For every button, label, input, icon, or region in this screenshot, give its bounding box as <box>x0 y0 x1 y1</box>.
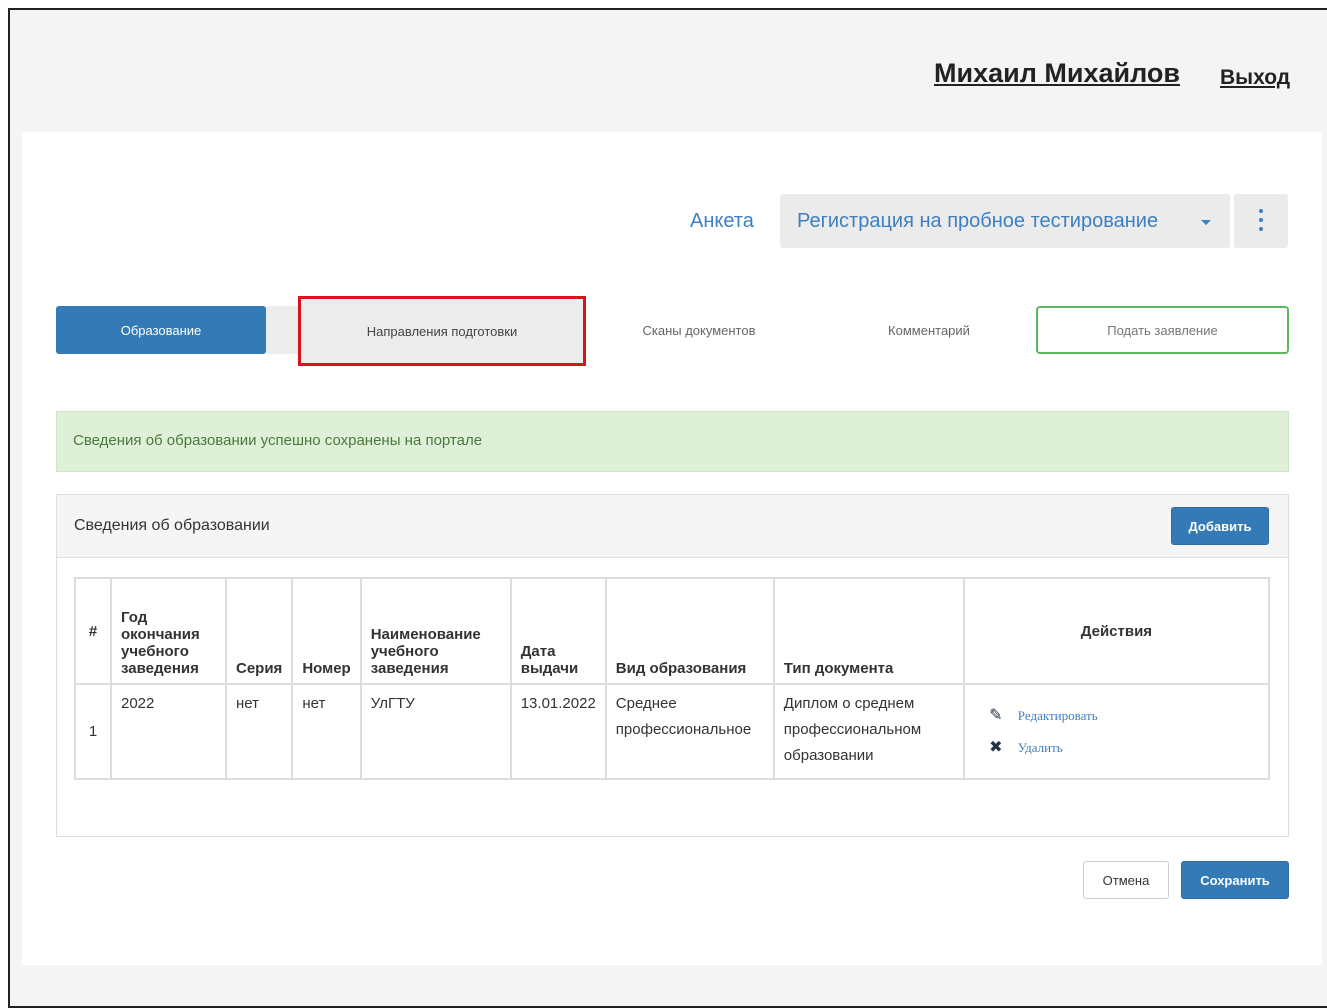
column-header: Тип документа <box>772 577 965 685</box>
cell-edu-type: Среднее профессиональное <box>604 683 775 780</box>
cell-number: нет <box>291 683 362 780</box>
education-panel-header: Сведения об образовании Добавить <box>57 495 1288 558</box>
tab-directions[interactable]: Направления подготовки <box>298 296 586 366</box>
add-button[interactable]: Добавить <box>1171 507 1269 545</box>
more-menu-button[interactable] <box>1234 194 1288 248</box>
tab-education[interactable]: Образование <box>56 306 266 354</box>
tab-separator <box>266 306 298 354</box>
column-header: Действия <box>962 577 1271 685</box>
vertical-dots-icon <box>1259 209 1263 231</box>
pencil-icon: ✎ <box>989 706 1003 724</box>
cell-series: нет <box>224 683 294 780</box>
save-button[interactable]: Сохранить <box>1181 861 1289 899</box>
campaign-dropdown[interactable]: Регистрация на пробное тестирование <box>780 194 1230 248</box>
edit-action[interactable]: ✎ Редактировать <box>988 703 1259 729</box>
main-panel: Анкета Регистрация на пробное тестирован… <box>22 132 1322 965</box>
anketa-link[interactable]: Анкета <box>690 210 754 233</box>
cell-doc-type: Диплом о среднем профессиональном образо… <box>772 683 965 780</box>
edit-link[interactable]: Редактировать <box>1018 703 1098 729</box>
user-name-link[interactable]: Михаил Михайлов <box>934 58 1180 89</box>
table-header-row: # Год окончания учебного заведения Серия… <box>74 577 1271 685</box>
success-alert: Сведения об образовании успешно сохранен… <box>56 411 1289 472</box>
cell-institution: УлГТУ <box>359 683 512 780</box>
delete-action[interactable]: ✖ Удалить <box>988 735 1259 761</box>
alert-text: Сведения об образовании успешно сохранен… <box>73 432 483 449</box>
campaign-dropdown-label: Регистрация на пробное тестирование <box>797 210 1159 232</box>
column-header: Вид образования <box>604 577 775 685</box>
app-frame: Михаил Михайлов Выход Анкета Регистрация… <box>8 8 1327 1008</box>
cell-actions: ✎ Редактировать ✖ Удалить <box>962 683 1271 780</box>
cell-year: 2022 <box>110 683 227 780</box>
tab-scans[interactable]: Сканы документов <box>604 306 794 354</box>
delete-link[interactable]: Удалить <box>1018 735 1063 761</box>
column-header: Дата выдачи <box>509 577 607 685</box>
column-header: Год окончания учебного заведения <box>110 577 227 685</box>
logout-link[interactable]: Выход <box>1220 66 1290 90</box>
education-panel-title: Сведения об образовании <box>74 517 270 534</box>
tab-comment[interactable]: Комментарий <box>844 306 1014 354</box>
submit-application-button[interactable]: Подать заявление <box>1036 306 1289 354</box>
column-header: # <box>74 577 112 685</box>
column-header: Наименование учебного заведения <box>359 577 512 685</box>
cancel-button[interactable]: Отмена <box>1083 861 1169 899</box>
caret-down-icon <box>1201 220 1211 225</box>
table-row: 1 2022 нет нет УлГТУ 13.01.2022 Среднее … <box>74 683 1271 780</box>
education-table: # Год окончания учебного заведения Серия… <box>74 577 1271 780</box>
cell-num: 1 <box>74 683 112 780</box>
education-panel: Сведения об образовании Добавить # Год о… <box>56 494 1289 837</box>
cell-date: 13.01.2022 <box>509 683 607 780</box>
close-icon: ✖ <box>989 738 1003 756</box>
column-header: Серия <box>224 577 294 685</box>
column-header: Номер <box>291 577 362 685</box>
